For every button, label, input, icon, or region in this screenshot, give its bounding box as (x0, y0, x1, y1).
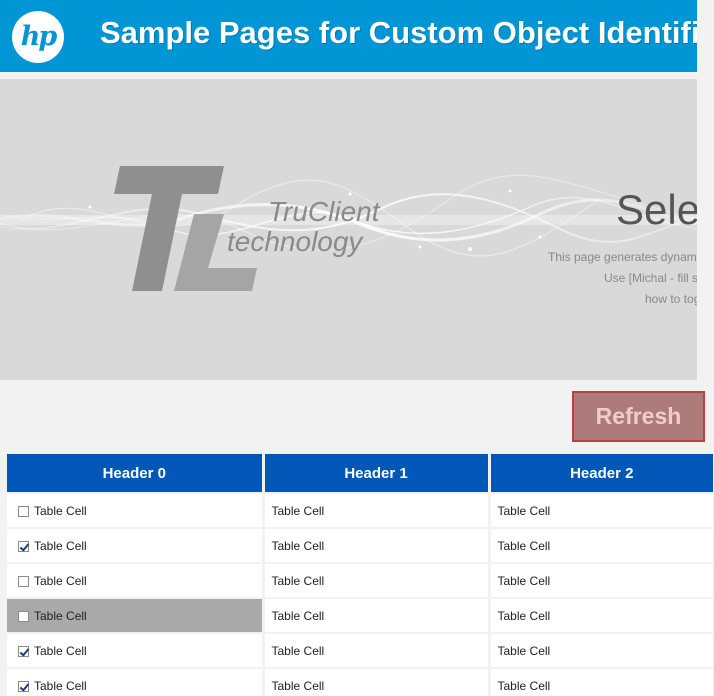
brand-line-1: TruClient (268, 196, 380, 227)
table-cell[interactable]: Table Cell (489, 492, 713, 528)
table-cell-label: Table Cell (34, 538, 87, 553)
table-cell[interactable]: Table Cell (263, 492, 491, 528)
hero-line-2: Use [Michal - fill scri (604, 271, 697, 285)
table-row: Table Cell Table Cell Table Cell (7, 562, 713, 598)
table-cell-label: Table Cell (34, 643, 87, 658)
table-cell[interactable]: Table Cell (7, 492, 265, 528)
table-cell[interactable]: Table Cell (263, 632, 491, 668)
checkbox-icon[interactable] (18, 575, 29, 587)
checkbox-icon[interactable] (18, 680, 29, 692)
table-cell-label: Table Cell (271, 503, 325, 518)
table-cell-label: Table Cell (497, 608, 551, 623)
table-cell-label: Table Cell (497, 643, 551, 658)
table-cell[interactable]: Table Cell (489, 562, 713, 598)
table-cell[interactable]: Table Cell (7, 597, 265, 633)
table-cell[interactable]: Table Cell (7, 527, 265, 563)
table-cell-label: Table Cell (271, 573, 325, 588)
table-cell-label: Table Cell (271, 538, 325, 553)
table-body: Table Cell Table Cell Table Cell Table Cell… (7, 492, 713, 696)
hero-description: This page generates dynamic Use [Michal … (500, 247, 697, 310)
table-row: Table Cell Table Cell Table Cell (7, 527, 713, 563)
hero-heading: Select (616, 186, 697, 233)
table-cell[interactable]: Table Cell (489, 632, 713, 668)
page: hp Sample Pages for Custom Object Identi… (0, 0, 714, 696)
column-header[interactable]: Header 2 (489, 454, 713, 493)
column-header[interactable]: Header 1 (263, 454, 491, 493)
site-header: hp Sample Pages for Custom Object Identi… (0, 0, 697, 72)
table-cell[interactable]: Table Cell (489, 527, 713, 563)
data-table: Header 0 Header 1 Header 2 Table Cell Tab… (7, 454, 713, 696)
table-cell[interactable]: Table Cell (263, 667, 491, 696)
table-header-row: Header 0 Header 1 Header 2 (7, 454, 713, 493)
table-cell-label: Table Cell (497, 503, 551, 518)
table-cell[interactable]: Table Cell (7, 667, 265, 696)
table-cell[interactable]: Table Cell (7, 562, 265, 598)
table-row: Table Cell Table Cell Table Cell (7, 597, 713, 633)
checkbox-icon[interactable] (18, 610, 29, 622)
table-cell-label: Table Cell (271, 643, 325, 658)
table-cell-label: Table Cell (34, 573, 87, 588)
hero-banner: TruClient technology Select This page ge… (0, 79, 697, 380)
table-cell[interactable]: Table Cell (489, 667, 713, 696)
table-cell[interactable]: Table Cell (263, 562, 491, 598)
hp-logo-icon[interactable]: hp (12, 11, 64, 63)
table-cell-label: Table Cell (271, 608, 325, 623)
truclient-brand-text: TruClient technology (227, 196, 380, 257)
table-cell-label: Table Cell (34, 608, 87, 623)
table-cell-label: Table Cell (497, 538, 551, 553)
table-cell-label: Table Cell (34, 503, 87, 518)
column-header[interactable]: Header 0 (7, 454, 265, 493)
checkbox-icon[interactable] (18, 540, 29, 552)
page-title: Sample Pages for Custom Object Identifi (100, 15, 697, 50)
table-cell[interactable]: Table Cell (263, 527, 491, 563)
table-cell[interactable]: Table Cell (7, 632, 265, 668)
hero-line-3: how to togg (645, 292, 697, 306)
hp-logo-text: hp (20, 20, 57, 52)
checkbox-icon[interactable] (18, 645, 29, 657)
table-row: Table Cell Table Cell Table Cell (7, 492, 713, 528)
brand-line-2: technology (227, 226, 363, 257)
table-cell-label: Table Cell (497, 678, 551, 693)
table-cell-label: Table Cell (34, 678, 87, 693)
checkbox-icon[interactable] (18, 505, 29, 517)
refresh-button[interactable]: Refresh (572, 391, 705, 442)
table-cell-label: Table Cell (497, 573, 551, 588)
table-row: Table Cell Table Cell Table Cell (7, 632, 713, 668)
table-cell-label: Table Cell (271, 678, 325, 693)
table-row: Table Cell Table Cell Table Cell (7, 667, 713, 696)
table-cell[interactable]: Table Cell (489, 597, 713, 633)
hero-line-1: This page generates dynamic (548, 250, 697, 264)
table-cell[interactable]: Table Cell (263, 597, 491, 633)
